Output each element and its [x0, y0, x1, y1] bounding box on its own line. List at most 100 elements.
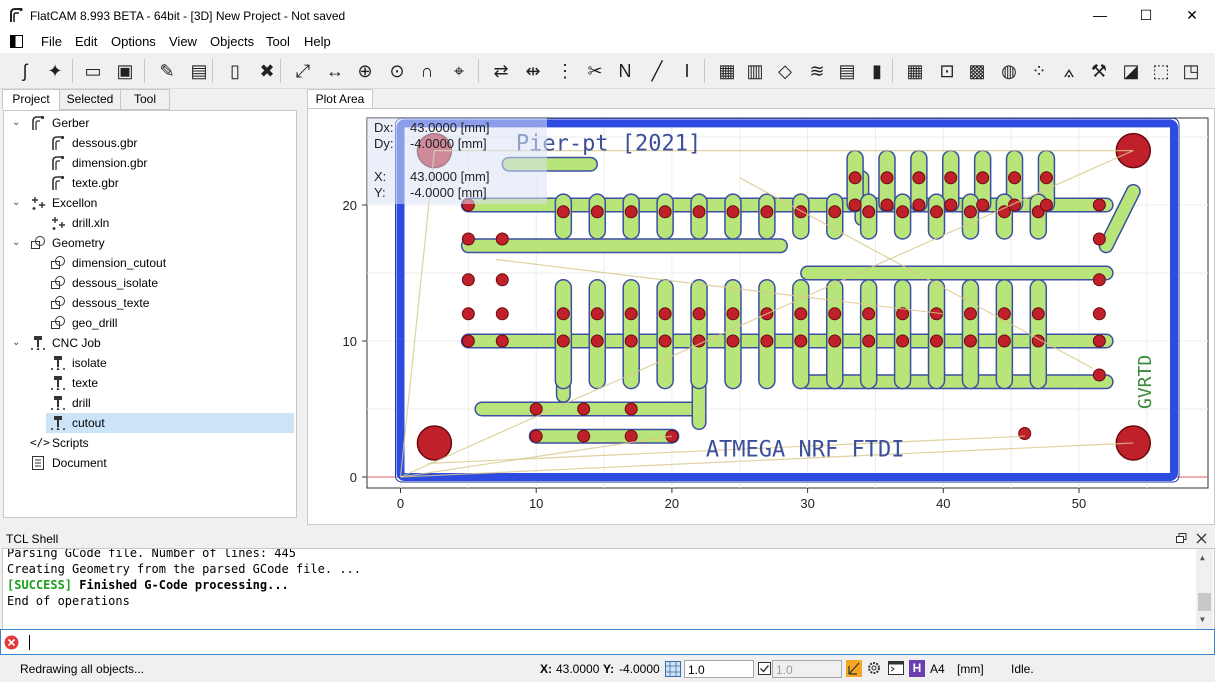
- qrcode-icon[interactable]: ▩: [964, 58, 990, 84]
- panel-toggle-icon[interactable]: [10, 35, 23, 48]
- paint-icon[interactable]: ╱: [644, 58, 670, 84]
- tree-item-texte[interactable]: texte: [4, 373, 294, 393]
- open-project-icon[interactable]: ▭: [80, 58, 106, 84]
- units-label[interactable]: [mm]: [957, 662, 984, 676]
- axis-toggle-icon[interactable]: [846, 660, 862, 677]
- tree-item-dimension-cutout[interactable]: dimension_cutout: [4, 253, 294, 273]
- invert-icon[interactable]: ◪: [1118, 58, 1144, 84]
- pcb-canvas[interactable]: 0 10 20 30 40 5001020Pier-pt [2021]ATMEGA NRF…: [308, 109, 1214, 524]
- scroll-thumb[interactable]: [1198, 593, 1211, 611]
- rules-icon[interactable]: ▤: [834, 58, 860, 84]
- jump-to-icon[interactable]: ⊙: [384, 58, 410, 84]
- fiducials-icon[interactable]: ⁘: [1026, 58, 1052, 84]
- tree-item-drill[interactable]: drill: [4, 393, 294, 413]
- tree-group-cnc-job[interactable]: ⌄ CNC Job: [4, 333, 294, 353]
- extract-icon[interactable]: ⬚: [1148, 58, 1174, 84]
- flip-icon[interactable]: ⇄: [488, 58, 514, 84]
- menu-options[interactable]: Options: [111, 34, 156, 49]
- delete-icon[interactable]: ✖: [254, 58, 280, 84]
- panelize-icon[interactable]: ▦: [714, 58, 740, 84]
- float-icon[interactable]: [1176, 533, 1187, 544]
- menu-tool[interactable]: Tool: [266, 34, 290, 49]
- close-shell-icon[interactable]: [1196, 533, 1207, 544]
- align-icon[interactable]: ⇹: [520, 58, 546, 84]
- tree-item-isolate[interactable]: isolate: [4, 353, 294, 373]
- isolation-icon[interactable]: I: [674, 58, 700, 84]
- crop-icon[interactable]: ⊡: [934, 58, 960, 84]
- copper-fill-icon[interactable]: ◍: [996, 58, 1022, 84]
- hud-toggle-icon[interactable]: H: [909, 660, 925, 677]
- tab-plot-area[interactable]: Plot Area: [307, 89, 373, 109]
- paper-size[interactable]: A4: [930, 662, 945, 676]
- snap-icon[interactable]: ∩: [414, 58, 440, 84]
- expand-arrow-icon[interactable]: ⌄: [12, 333, 22, 353]
- menu-objects[interactable]: Objects: [210, 34, 254, 49]
- film-icon[interactable]: ▥: [742, 58, 768, 84]
- drill-hole: [1039, 171, 1053, 185]
- drill-hole: [944, 198, 958, 212]
- new-geometry-icon[interactable]: ✎: [154, 58, 180, 84]
- close-window-button[interactable]: ✕: [1169, 0, 1215, 31]
- tree-label: drill.xln: [72, 216, 110, 230]
- expand-arrow-icon[interactable]: ⌄: [12, 113, 22, 133]
- open-excellon-icon[interactable]: ✦: [42, 58, 68, 84]
- tree-item-dessous-gbr[interactable]: dessous.gbr: [4, 133, 294, 153]
- open-gerber-icon[interactable]: ʃ: [12, 58, 38, 84]
- tree-item-texte-gbr[interactable]: texte.gbr: [4, 173, 294, 193]
- tree-item-cutout[interactable]: cutout: [46, 413, 294, 433]
- menu-edit[interactable]: Edit: [75, 34, 97, 49]
- punch-icon[interactable]: ⚒: [1086, 58, 1112, 84]
- tree-group-scripts[interactable]: </> Scripts: [4, 433, 294, 453]
- preferences-gear-icon[interactable]: [866, 660, 882, 676]
- tab-selected[interactable]: Selected: [59, 89, 121, 110]
- new-document-icon[interactable]: ▯: [222, 58, 248, 84]
- tcl-command-input[interactable]: [0, 629, 1215, 655]
- ncc-icon[interactable]: N: [612, 58, 638, 84]
- minimize-button[interactable]: —: [1077, 0, 1123, 31]
- scroll-up-icon[interactable]: ▲: [1200, 553, 1205, 562]
- grid-x-field[interactable]: 1.0: [684, 660, 754, 678]
- grid-lock-checkbox[interactable]: [758, 662, 771, 675]
- save-project-icon[interactable]: ▣: [112, 58, 138, 84]
- tree-item-dessous-texte[interactable]: dessous_texte: [4, 293, 294, 313]
- sub-icon[interactable]: ≋: [804, 58, 830, 84]
- tree-item-dimension-gbr[interactable]: dimension.gbr: [4, 153, 294, 173]
- shell-toggle-icon[interactable]: [888, 660, 904, 676]
- solderpaste-icon[interactable]: ◇: [772, 58, 798, 84]
- calculator-icon[interactable]: ▦: [902, 58, 928, 84]
- multi-align-icon[interactable]: ⋮: [552, 58, 578, 84]
- tree-item-drill-xln[interactable]: drill.xln: [4, 213, 294, 233]
- tcl-shell-output[interactable]: Parsing GCode file. Number of lines: 445…: [2, 548, 1215, 630]
- drill-hole: [848, 171, 862, 185]
- menu-file[interactable]: File: [41, 34, 62, 49]
- menu-view[interactable]: View: [169, 34, 197, 49]
- drill-hole: [1018, 426, 1032, 440]
- tree-group-excellon[interactable]: ⌄ Excellon: [4, 193, 294, 213]
- grid-snap-icon[interactable]: [665, 661, 681, 677]
- tree-group-geometry[interactable]: ⌄ Geometry: [4, 233, 294, 253]
- tree-group-document[interactable]: Document: [4, 453, 294, 473]
- tree-item-dessous-isolate[interactable]: dessous_isolate: [4, 273, 294, 293]
- optimal-icon[interactable]: ▮: [864, 58, 890, 84]
- plot-area[interactable]: 0 10 20 30 40 50 0 10 20 Pier-pt [2021] ATMEGA NRF…: [307, 108, 1215, 525]
- scroll-down-icon[interactable]: ▼: [1200, 615, 1205, 624]
- tree-group-gerber[interactable]: ⌄ Gerber: [4, 113, 294, 133]
- distance-icon[interactable]: ↔: [322, 58, 348, 84]
- cut-icon[interactable]: ✂: [582, 58, 608, 84]
- maximize-button[interactable]: ☐: [1123, 0, 1169, 31]
- expand-arrow-icon[interactable]: ⌄: [12, 233, 22, 253]
- tab-project[interactable]: Project: [2, 89, 60, 110]
- shell-scrollbar[interactable]: ▲ ▼: [1196, 549, 1213, 629]
- tab-tool[interactable]: Tool: [120, 89, 170, 110]
- zoom-fit-icon[interactable]: ⤢: [290, 58, 316, 84]
- corners-icon[interactable]: ◳: [1178, 58, 1204, 84]
- menu-help[interactable]: Help: [304, 34, 331, 49]
- tree-item-geo-drill[interactable]: geo_drill: [4, 313, 294, 333]
- new-excellon-icon[interactable]: ▤: [186, 58, 212, 84]
- clear-input-icon[interactable]: [4, 635, 19, 650]
- locate-icon[interactable]: ⌖: [446, 58, 472, 84]
- expand-arrow-icon[interactable]: ⌄: [12, 193, 22, 213]
- origin-icon[interactable]: ⊕: [352, 58, 378, 84]
- calibration-icon[interactable]: ⟑: [1056, 58, 1082, 84]
- grid-y-field[interactable]: 1.0: [772, 660, 842, 678]
